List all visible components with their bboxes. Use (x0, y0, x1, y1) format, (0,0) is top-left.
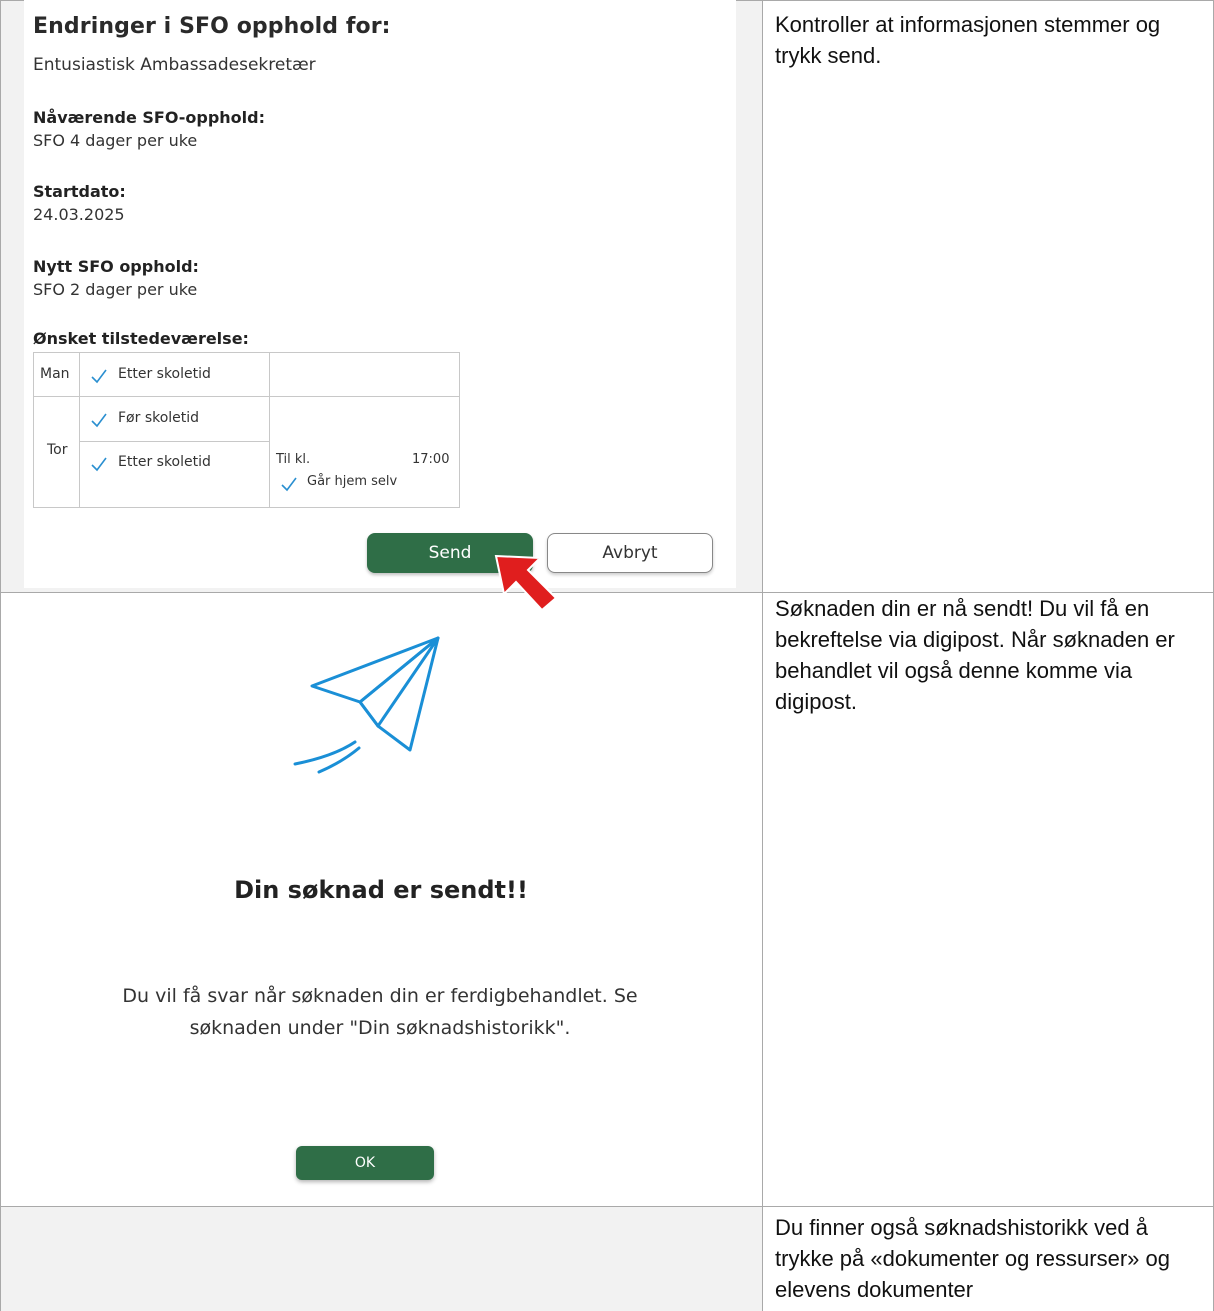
until-label: Til kl. (276, 452, 311, 467)
new-stay-value: SFO 2 dager per uke (33, 280, 198, 299)
cancel-button[interactable]: Avbryt (547, 533, 713, 573)
start-date-value: 24.03.2025 (33, 205, 125, 224)
table-divider (79, 353, 80, 507)
form-title: Endringer i SFO opphold for: (33, 14, 391, 39)
instruction-step-3: Du finner også søknadshistorikk ved å tr… (775, 1215, 1170, 1302)
current-stay-label: Nåværende SFO-opphold: (33, 108, 265, 127)
current-stay-value: SFO 4 dager per uke (33, 131, 198, 150)
instruction-step-1: Kontroller at informasjonen stemmer og t… (775, 12, 1161, 68)
until-time: 17:00 (412, 452, 450, 467)
ok-button[interactable]: OK (296, 1146, 434, 1180)
checkmark-icon (91, 413, 107, 428)
checkmark-icon (91, 369, 107, 384)
start-date-label: Startdato: (33, 182, 126, 201)
table-divider (34, 396, 459, 397)
checkmark-icon (281, 477, 297, 492)
grid-line-left (0, 0, 1, 1311)
success-title: Din søknad er sendt!! (234, 876, 528, 904)
attendance-label: Ønsket tilstedeværelse: (33, 329, 249, 348)
table-divider (269, 353, 270, 507)
cell-shade-bottom-left (0, 1206, 762, 1311)
instruction-step-2: Søknaden din er nå sendt! Du vil få en b… (775, 596, 1175, 714)
day-label-man: Man (40, 366, 70, 382)
change-form-panel: Endringer i SFO opphold for: Entusiastis… (24, 0, 736, 588)
new-stay-label: Nytt SFO opphold: (33, 257, 199, 276)
table-divider (79, 441, 269, 442)
grid-line-vertical (762, 0, 763, 1311)
pointer-arrow-icon (494, 554, 558, 612)
paper-plane-icon (293, 636, 440, 774)
checkmark-icon (91, 457, 107, 472)
walk-home-label: Går hjem selv (307, 474, 398, 489)
slot-after-school-tor: Etter skoletid (118, 454, 211, 470)
slot-before-school-tor: Før skoletid (118, 410, 200, 426)
slot-after-school-man: Etter skoletid (118, 366, 211, 382)
attendance-table: Man Etter skoletid Tor Før skoletid Ette… (33, 352, 460, 508)
success-message: Du vil få svar når søknaden din er ferdi… (122, 985, 638, 1039)
student-name: Entusiastisk Ambassadesekretær (33, 55, 316, 75)
day-label-tor: Tor (47, 442, 68, 458)
grid-line-row2 (0, 1206, 1214, 1207)
